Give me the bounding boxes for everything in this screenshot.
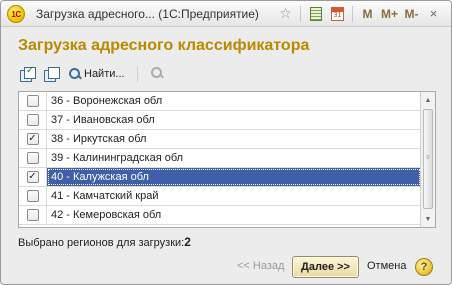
row-checkbox-cell [19,206,47,224]
region-checkbox[interactable] [26,209,39,221]
scroll-thumb[interactable]: ≡ [423,109,433,209]
selected-count-label: Выбрано регионов для загрузки: [18,237,185,249]
region-name: 38 - Иркутская обл [51,133,147,145]
memory-m-minus-button[interactable]: M- [402,4,421,23]
form-heading: Загрузка адресного классификатора [18,37,310,54]
table-row[interactable]: ✓ 40 - Калужская обл [19,168,421,187]
cancel-button[interactable]: Отмена [367,260,406,272]
app-window: 1С Загрузка адресного... (1С:Предприятие… [0,0,452,285]
region-name: 39 - Калининградская обл [51,152,184,164]
uncheck-all-button[interactable] [42,64,62,84]
vertical-scrollbar[interactable]: ▲ ≡ ▼ [420,92,435,227]
region-name: 36 - Воронежская обл [51,95,163,107]
region-checkbox[interactable]: ✓ [26,171,39,183]
region-name: 37 - Ивановская обл [51,114,155,126]
title-separator [300,5,301,22]
region-checkbox[interactable] [26,190,39,202]
region-checkbox[interactable]: ✓ [26,133,39,145]
scroll-up-arrow-icon[interactable]: ▲ [421,93,435,107]
form-toolbar: ✓ Найти... [18,64,168,84]
cancel-search-button[interactable] [148,64,168,84]
table-row[interactable]: 39 - Калининградская обл [19,149,421,168]
region-checkbox[interactable] [26,95,39,107]
check-all-button[interactable]: ✓ [18,64,38,84]
memory-m-plus-button[interactable]: M+ [380,4,399,23]
calendar-icon: 31 [331,6,344,21]
find-button[interactable]: Найти... [66,64,127,84]
row-checkbox-cell [19,92,47,110]
region-name: 42 - Кемеровская обл [51,209,162,221]
row-checkbox-cell: ✓ [19,168,47,186]
regions-rows: 36 - Воронежская обл 37 - Ивановская обл ✓… [19,92,421,225]
regions-table[interactable]: 36 - Воронежская обл 37 - Ивановская обл ✓… [18,91,436,228]
selected-count-value: 2 [184,235,191,249]
back-button[interactable]: << Назад [237,260,284,272]
region-name: 40 - Калужская обл [47,168,421,186]
region-name: 41 - Камчатский край [51,190,159,202]
row-checkbox-cell [19,111,47,129]
title-bar-tools: ☆ 31 M M+ M- × [276,4,443,23]
title-separator [352,5,353,22]
row-checkbox-cell [19,149,47,167]
star-icon[interactable]: ☆ [276,4,295,23]
row-checkbox-cell: ✓ [19,130,47,148]
help-icon[interactable]: ? [415,258,433,276]
calculator-button[interactable] [306,4,325,23]
memory-m-button[interactable]: M [358,4,377,23]
uncheck-all-icon [44,67,60,82]
find-label: Найти... [84,68,125,80]
check-all-icon: ✓ [20,65,36,82]
window-title: Загрузка адресного... (1С:Предприятие) [36,7,259,21]
selected-count-line: Выбрано регионов для загрузки:2 [18,235,191,249]
scroll-down-arrow-icon[interactable]: ▼ [421,212,435,226]
search-icon [68,67,82,81]
region-checkbox[interactable] [26,152,39,164]
table-row[interactable]: 41 - Камчатский край [19,187,421,206]
table-row[interactable]: ✓ 38 - Иркутская обл [19,130,421,149]
cancel-search-icon [150,66,166,82]
title-bar: 1С Загрузка адресного... (1С:Предприятие… [1,1,451,27]
table-row[interactable]: 36 - Воронежская обл [19,92,421,111]
region-checkbox[interactable] [26,114,39,126]
1c-logo-icon[interactable]: 1С [7,5,25,23]
calculator-icon [309,6,322,21]
next-button[interactable]: Далее >> [292,256,359,278]
close-icon[interactable]: × [424,4,443,23]
table-row[interactable]: 37 - Ивановская обл [19,111,421,130]
toolbar-separator [136,66,138,82]
table-row[interactable]: 42 - Кемеровская обл [19,206,421,225]
row-checkbox-cell [19,187,47,205]
calendar-button[interactable]: 31 [328,4,347,23]
